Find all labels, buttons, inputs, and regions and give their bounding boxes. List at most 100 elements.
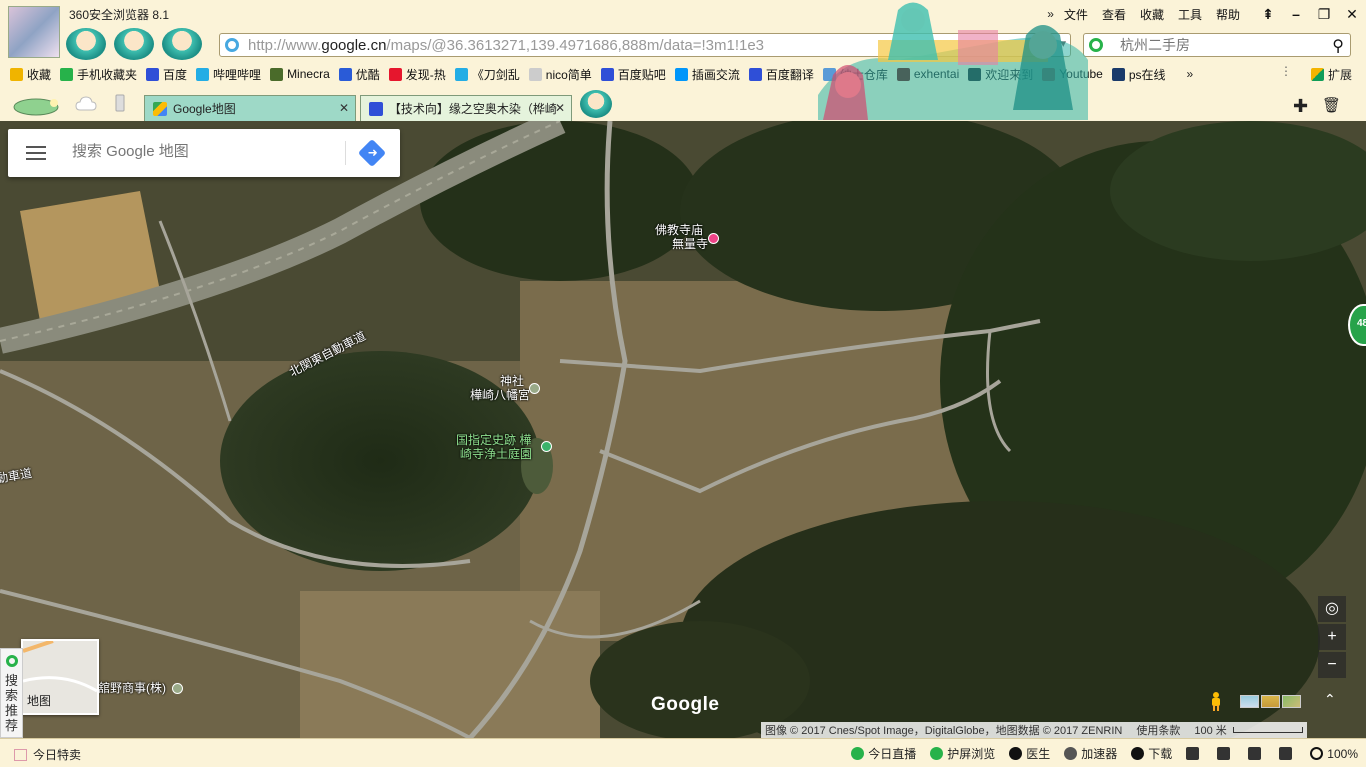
expand-imagery-icon[interactable]: ⌃ — [1324, 691, 1336, 708]
map-type-toggle[interactable]: 地图 — [21, 639, 99, 715]
extensions-button[interactable]: 扩展 — [1310, 66, 1352, 83]
bookmark-item[interactable]: 插画交流 — [674, 66, 740, 83]
url-path: /maps/@36.3613271,139.4971686,888m/data=… — [386, 37, 765, 54]
park-marker-icon[interactable] — [541, 441, 552, 452]
bookmark-label: 欢迎来到 — [985, 67, 1034, 82]
status-tool[interactable]: 医生 — [1009, 745, 1050, 762]
eh-icon — [896, 67, 910, 81]
status-tool[interactable]: 今日直播 — [851, 745, 916, 762]
sync-icon[interactable] — [1217, 747, 1234, 760]
bookmark-item[interactable]: ps在线 — [1111, 66, 1166, 83]
company-label[interactable]: 舘野商事(株) — [98, 681, 166, 695]
tab-baidu-tieba[interactable]: 【技术向】缘之空奥木染（桦崎 ✕ — [360, 95, 572, 121]
address-dropdown-icon[interactable]: ▾ — [1060, 37, 1066, 50]
close-button[interactable]: ✕ — [1338, 6, 1366, 23]
bookmark-item[interactable]: 哔哩哔哩 — [196, 66, 261, 83]
phone-icon[interactable] — [115, 94, 125, 112]
globe-icon — [270, 67, 284, 81]
search-icon[interactable]: ⚲ — [1332, 36, 1344, 56]
pegman-icon[interactable] — [1209, 691, 1223, 711]
bookmark-item[interactable]: 《刀剑乱 — [454, 66, 520, 83]
bookmark-item[interactable]: 手机收藏夹 — [60, 66, 137, 83]
bookmarks-bar: 收藏 手机收藏夹 百度 哔哩哔哩 Minecra 优酷 发现-热 《刀剑乱 nico简单 百度贴吧… — [0, 62, 1366, 86]
bookmark-item[interactable]: Minecra — [270, 67, 330, 81]
hamburger-menu-icon[interactable] — [26, 146, 46, 160]
tab-google-maps[interactable]: Google地图 ✕ — [144, 95, 356, 121]
turtle-icon[interactable] — [10, 94, 62, 116]
google-maps-icon — [153, 101, 167, 116]
temple-marker-icon[interactable] — [708, 233, 719, 244]
terrain-thumb[interactable] — [1261, 695, 1280, 708]
maximize-button[interactable]: ❐ — [1310, 6, 1338, 23]
satellite-thumb[interactable] — [1240, 695, 1259, 708]
cloud-icon[interactable] — [75, 96, 97, 112]
satellite-imagery[interactable] — [0, 121, 1366, 738]
shrine-marker-icon[interactable] — [529, 383, 540, 394]
search-box[interactable]: ⚲ — [1083, 33, 1351, 57]
menu-bar: » 文件 查看 收藏 工具 帮助 ⇞ – ❐ ✕ — [1047, 0, 1366, 28]
skin-pin-icon[interactable]: ⇞ — [1254, 6, 1282, 23]
menu-more-icon[interactable]: » — [1047, 7, 1054, 21]
bookmark-item[interactable]: Youtube — [1042, 67, 1103, 81]
maps-search-input[interactable] — [72, 143, 332, 160]
browser-skin-avatar[interactable] — [8, 6, 60, 58]
bookmark-item[interactable]: 百度 — [146, 66, 187, 83]
zoom-out-button[interactable]: − — [1318, 652, 1346, 678]
bookmark-item[interactable]: 欢迎来到 — [968, 66, 1033, 83]
extensions-separator-icon: ⋮ — [1280, 64, 1292, 78]
bookmark-item[interactable]: 收藏 — [10, 66, 51, 83]
bookmark-label: 绅士仓库 — [839, 67, 888, 82]
bookmark-item[interactable]: 百度贴吧 — [600, 66, 666, 83]
park-label-line2[interactable]: 崎寺浄土庭園 — [460, 447, 532, 461]
search-recommend-panel[interactable]: 搜索推荐 — [0, 648, 23, 738]
search-input[interactable] — [1120, 37, 1320, 53]
new-tab-button[interactable]: ✚ — [1293, 96, 1308, 117]
bookmarks-more-icon[interactable]: » — [1187, 67, 1194, 81]
scale-label[interactable]: 100 米 — [1194, 722, 1226, 738]
bookmark-item[interactable]: 优酷 — [338, 66, 380, 83]
shrine-name-label[interactable]: 樺崎八幡宮 — [470, 388, 530, 402]
bookmark-item[interactable]: 发现-热 — [388, 66, 446, 83]
close-tab-icon[interactable]: ✕ — [555, 101, 565, 115]
address-url[interactable]: http://www.google.cn/maps/@36.3613271,13… — [248, 37, 848, 54]
menu-tools[interactable]: 工具 — [1178, 6, 1202, 23]
my-location-button[interactable]: ◎ — [1318, 596, 1346, 622]
menu-view[interactable]: 查看 — [1102, 6, 1126, 23]
status-tool[interactable]: 下载 — [1131, 745, 1172, 762]
directions-icon[interactable]: ➜ — [357, 138, 387, 168]
skin-mascot-icon — [114, 28, 154, 60]
menu-file[interactable]: 文件 — [1064, 6, 1088, 23]
gift-icon — [14, 748, 27, 761]
park-label-line1[interactable]: 国指定史跡 樺 — [456, 433, 531, 447]
bookmark-item[interactable]: nico简单 — [528, 66, 592, 83]
temple-name-label[interactable]: 無量寺 — [672, 237, 708, 251]
menu-help[interactable]: 帮助 — [1216, 6, 1240, 23]
company-marker-icon[interactable] — [172, 683, 183, 694]
zoom-in-button[interactable]: + — [1318, 624, 1346, 650]
zoom-control[interactable]: 100% — [1310, 747, 1358, 761]
minimize-button[interactable]: – — [1282, 6, 1310, 22]
flag-icon[interactable] — [1186, 747, 1203, 760]
attribution-text: 图像 © 2017 Cnes/Spot Image，DigitalGlobe，地… — [765, 725, 1123, 737]
close-tab-icon[interactable]: ✕ — [339, 101, 349, 115]
address-bar[interactable]: http://www.google.cn/maps/@36.3613271,13… — [219, 33, 1071, 57]
bookmark-item[interactable]: 绅士仓库 — [822, 66, 888, 83]
photo-thumb[interactable] — [1282, 695, 1301, 708]
menu-favorites[interactable]: 收藏 — [1140, 6, 1164, 23]
closed-tabs-trash-icon[interactable]: 🗑 — [1322, 96, 1341, 114]
screenshot-icon[interactable] — [1248, 747, 1265, 760]
bookmark-item[interactable]: exhentai — [896, 67, 959, 81]
page-icon — [528, 67, 542, 81]
bookmark-label: 发现-热 — [405, 67, 446, 82]
status-tool[interactable]: 护屏浏览 — [930, 745, 995, 762]
bookmark-label: 哔哩哔哩 — [213, 67, 262, 82]
status-tool[interactable]: 加速器 — [1064, 745, 1117, 762]
today-sale-button[interactable]: 今日特卖 — [14, 746, 81, 763]
terms-link[interactable]: 使用条款 — [1136, 722, 1180, 738]
map-canvas[interactable]: ➜ 北関東自動車道 動車道 佛教寺庙 無量寺 神社 樺崎八幡宮 国指定史跡 樺 … — [0, 121, 1366, 738]
search-engine-icon[interactable] — [1089, 38, 1103, 52]
volume-icon[interactable] — [1279, 747, 1296, 760]
bookmark-item[interactable]: 百度翻译 — [748, 66, 814, 83]
today-sale-label: 今日特卖 — [33, 748, 82, 762]
status-tool-label: 加速器 — [1081, 747, 1118, 761]
